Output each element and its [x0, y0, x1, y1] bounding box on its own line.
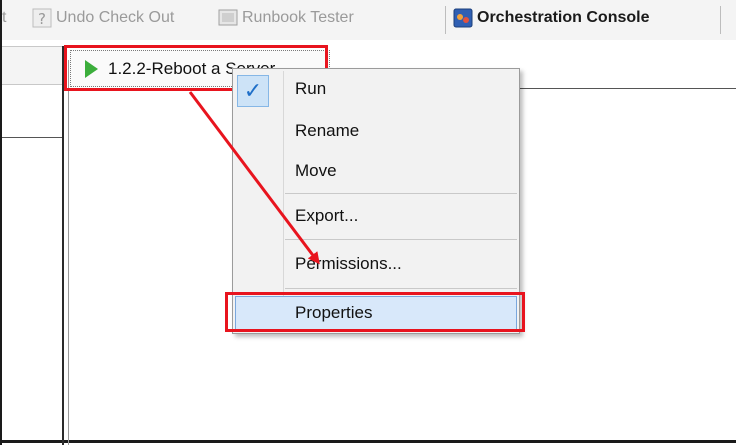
- runbook-tester-label: Runbook Tester: [242, 9, 354, 26]
- menu-separator: [285, 239, 517, 240]
- menu-item-move[interactable]: Move: [233, 153, 519, 189]
- screenshot-frame: t ? Undo Check Out Runbook Tester Orches…: [0, 0, 736, 445]
- menu-item-run-label: Run: [295, 79, 327, 98]
- menu-item-run[interactable]: ✓ Run: [233, 71, 519, 107]
- menu-item-export[interactable]: Export...: [233, 198, 519, 234]
- menu-item-permissions[interactable]: Permissions...: [233, 246, 519, 282]
- pane-border: [68, 60, 69, 445]
- menu-item-move-label: Move: [295, 161, 337, 180]
- undo-checkout-icon: ?: [32, 8, 52, 28]
- left-panel-divider: [2, 137, 62, 138]
- window-bottom-edge: [0, 440, 736, 443]
- toolbar-separator: [445, 6, 446, 34]
- undo-checkout-button[interactable]: ? Undo Check Out: [32, 3, 174, 33]
- menu-item-permissions-label: Permissions...: [295, 254, 402, 273]
- runbook-tester-icon: [218, 8, 238, 28]
- annotation-highlight-properties: [225, 292, 525, 332]
- menu-item-rename-label: Rename: [295, 121, 360, 140]
- toolbar: t ? Undo Check Out Runbook Tester Orches…: [2, 0, 736, 40]
- menu-separator: [285, 193, 517, 194]
- toolbar-fragment-label: t: [2, 9, 7, 26]
- orchestration-console-label: Orchestration Console: [477, 9, 650, 26]
- menu-separator: [285, 288, 517, 289]
- menu-item-rename[interactable]: Rename: [233, 113, 519, 149]
- pane-splitter[interactable]: [62, 46, 64, 445]
- toolbar-separator: [720, 6, 721, 34]
- orchestration-console-button[interactable]: Orchestration Console: [453, 3, 649, 33]
- menu-item-export-label: Export...: [295, 206, 359, 225]
- runbook-tester-button[interactable]: Runbook Tester: [218, 3, 354, 33]
- toolbar-truncated-item: t: [2, 3, 6, 33]
- check-icon: ✓: [237, 75, 269, 107]
- svg-text:?: ?: [38, 10, 46, 28]
- left-panel-header: [2, 46, 62, 85]
- orchestration-console-icon: [453, 8, 473, 28]
- undo-checkout-label: Undo Check Out: [56, 9, 175, 26]
